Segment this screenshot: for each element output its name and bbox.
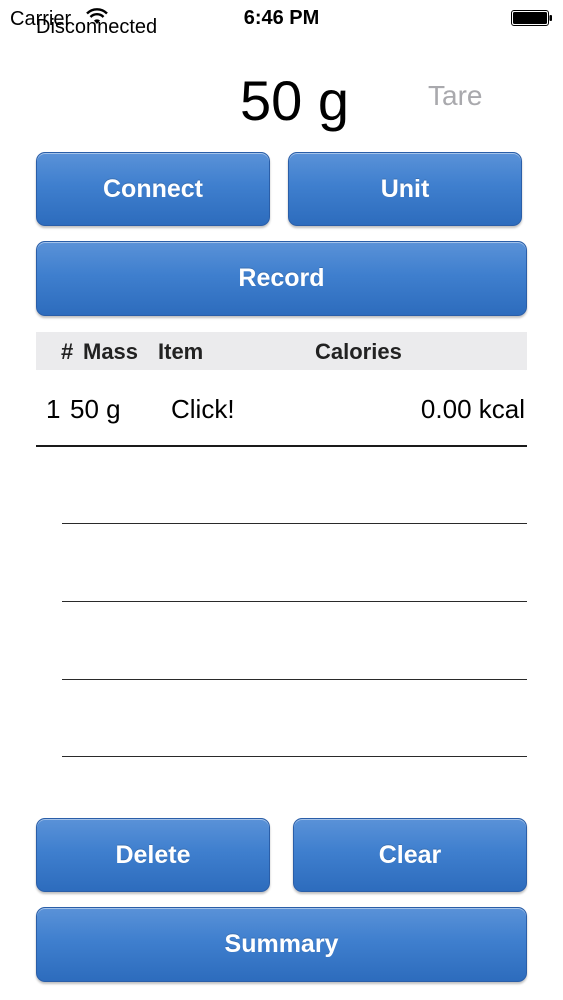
header-num: # — [61, 339, 74, 364]
table-row[interactable]: 1 50 g Click! 0.00 kcal — [36, 372, 527, 447]
tare-button[interactable]: Tare — [428, 80, 482, 112]
row-separator — [62, 601, 527, 602]
row-calories: 0.00 kcal — [420, 394, 525, 424]
app-screen: Carrier Disconnected 6:46 PM 50 g Tare C… — [0, 0, 563, 1000]
header-mass: Mass — [83, 339, 139, 364]
row-item: Click! — [171, 394, 235, 424]
weight-readout: 50 g — [240, 69, 349, 132]
summary-button[interactable]: Summary — [36, 907, 527, 982]
table-header: # Mass Item Calories — [36, 332, 527, 370]
row-separator — [62, 756, 527, 757]
header-item: Item — [158, 339, 204, 364]
clear-button[interactable]: Clear — [293, 818, 527, 892]
header-calories: Calories — [315, 339, 402, 364]
record-button[interactable]: Record — [36, 241, 527, 316]
delete-button[interactable]: Delete — [36, 818, 270, 892]
row-separator — [62, 523, 527, 524]
unit-button[interactable]: Unit — [288, 152, 522, 226]
status-time: 6:46 PM — [243, 7, 320, 29]
row-num: 1 — [46, 394, 61, 424]
battery-icon — [511, 10, 552, 26]
connect-button[interactable]: Connect — [36, 152, 270, 226]
row-separator — [62, 679, 527, 680]
row-mass: 50 g — [70, 394, 121, 424]
